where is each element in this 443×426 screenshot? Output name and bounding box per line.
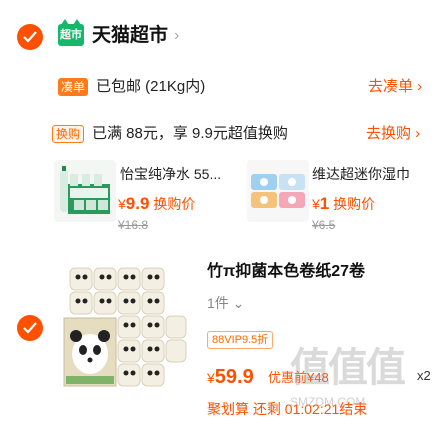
- product-image[interactable]: [58, 262, 188, 392]
- toilet-paper-pack-image: [58, 262, 188, 392]
- tmall-logo-icon: 超市: [58, 19, 84, 46]
- gift-original-price: ¥16.8: [118, 218, 149, 232]
- price-value: 59.9: [214, 366, 254, 388]
- gift-title[interactable]: 维达超迷你湿巾: [312, 165, 410, 183]
- gift-image-water[interactable]: [54, 160, 116, 222]
- price-currency: ¥: [207, 370, 215, 386]
- shipping-status: 已包邮 (21Kg内): [96, 78, 206, 95]
- exchange-link[interactable]: 去换购 ›: [366, 124, 420, 144]
- watermark-sub: SMZDM.COM: [290, 395, 366, 409]
- product-select-checkbox[interactable]: [17, 315, 43, 341]
- gift-currency: ¥: [312, 196, 320, 212]
- coudan-tag: 凑单: [58, 78, 89, 96]
- gift-image-wipes[interactable]: [247, 160, 309, 222]
- check-icon: [23, 31, 37, 43]
- gift-price: ¥1 换购价: [312, 195, 375, 213]
- quantity-multiplier: x2: [417, 368, 431, 383]
- store-select-checkbox[interactable]: [17, 24, 43, 50]
- gift-original-price: ¥6.5: [312, 218, 336, 232]
- store-name[interactable]: 天猫超市: [92, 24, 168, 48]
- product-title[interactable]: 竹π抑菌本色卷纸27卷: [207, 262, 365, 282]
- exchange-status: 已满 88元，享 9.9元超值换购: [92, 125, 288, 142]
- wipes-packs-image: [247, 160, 309, 222]
- chevron-right-icon[interactable]: ›: [174, 27, 179, 45]
- product-price: ¥59.9: [207, 365, 254, 390]
- quantity-selector[interactable]: 1件 ⌄: [207, 293, 244, 313]
- vip-discount-badge: 88VIP9.5折: [207, 331, 274, 349]
- gift-action[interactable]: 换购价: [153, 196, 195, 212]
- gift-title[interactable]: 怡宝纯净水 55...: [120, 165, 221, 183]
- coudan-link[interactable]: 去凑单 ›: [368, 77, 422, 97]
- gift-price-value: 1: [319, 194, 330, 213]
- gift-price-value: 9.9: [125, 194, 150, 213]
- cart-store-card: 超市 天猫超市 › 凑单 已包邮 (21Kg内) 去凑单 › 换购 已满 88元…: [0, 0, 443, 426]
- gift-action[interactable]: 换购价: [333, 196, 375, 212]
- watermark: 值值值: [290, 346, 406, 390]
- gift-price: ¥9.9 换购价: [118, 195, 195, 213]
- exchange-tag: 换购: [52, 125, 85, 143]
- water-bottles-image: [54, 160, 116, 222]
- check-icon: [23, 322, 37, 334]
- gift-currency: ¥: [118, 196, 126, 212]
